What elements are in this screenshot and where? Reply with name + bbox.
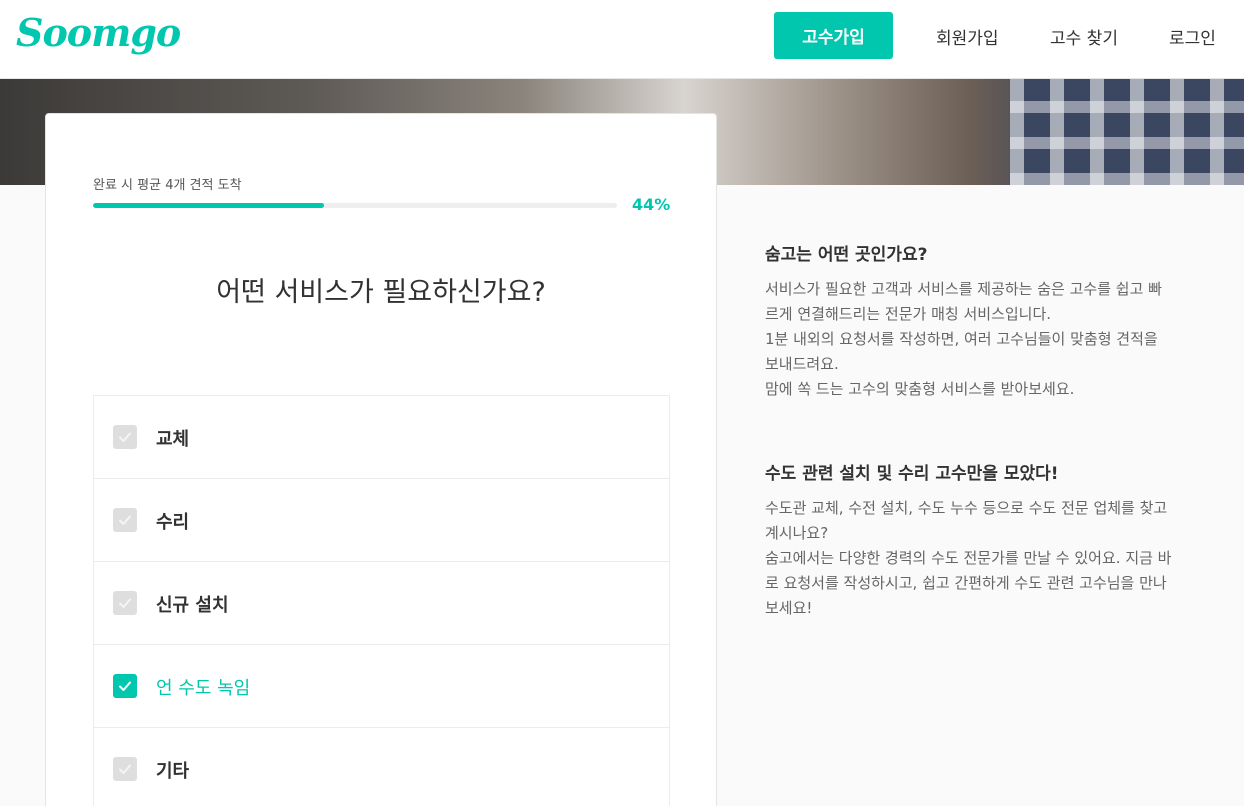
about-line: 맘에 쏙 드는 고수의 맞춤형 서비스를 받아보세요.	[765, 380, 1075, 398]
pro-signup-button[interactable]: 고수가입	[774, 12, 893, 59]
plumbing-title: 수도 관련 설치 및 수리 고수만을 모았다!	[765, 464, 1059, 484]
plumbing-line: 로 요청서를 작성하시고, 쉽고 간편하게 수도 관련 고수님을 만나	[765, 574, 1167, 592]
request-form-card: 완료 시 평균 4개 견적 도착 44% 어떤 서비스가 필요하신가요? 교체수…	[45, 113, 717, 806]
option-label: 교체	[156, 429, 190, 450]
find-pro-link[interactable]: 고수 찾기	[1050, 24, 1118, 49]
login-link[interactable]: 로그인	[1169, 24, 1216, 49]
option-item[interactable]: 기타	[94, 728, 669, 806]
option-label: 신규 설치	[156, 595, 229, 616]
option-label: 기타	[156, 761, 190, 782]
about-line: 1분 내외의 요청서를 작성하면, 여러 고수님들이 맞춤형 견적을	[765, 330, 1158, 348]
about-line: 르게 연결해드리는 전문가 매칭 서비스입니다.	[765, 305, 1052, 323]
option-item[interactable]: 교체	[94, 396, 669, 479]
checkbox[interactable]	[113, 425, 137, 449]
option-label: 수리	[156, 512, 190, 533]
plumbing-text: 수도관 교체, 수전 설치, 수도 누수 등으로 수도 전문 업체를 찾고 계시…	[765, 496, 1215, 621]
header: Soomgo 고수가입 회원가입 고수 찾기 로그인	[0, 0, 1244, 79]
plumbing-line: 보세요!	[765, 599, 813, 617]
progress-bar	[93, 203, 617, 208]
progress-label: 완료 시 평균 4개 견적 도착	[93, 178, 242, 193]
plumbing-section: 수도 관련 설치 및 수리 고수만을 모았다! 수도관 교체, 수전 설치, 수…	[765, 459, 1215, 621]
checkbox[interactable]	[113, 757, 137, 781]
about-line: 보내드려요.	[765, 355, 839, 373]
about-line: 서비스가 필요한 고객과 서비스를 제공하는 숨은 고수를 쉽고 빠	[765, 280, 1162, 298]
check-icon	[119, 764, 131, 774]
progress-fill	[93, 203, 324, 208]
plumbing-line: 숨고에서는 다양한 경력의 수도 전문가를 만날 수 있어요. 지금 바	[765, 549, 1172, 567]
about-text: 서비스가 필요한 고객과 서비스를 제공하는 숨은 고수를 쉽고 빠 르게 연결…	[765, 277, 1215, 402]
option-item[interactable]: 신규 설치	[94, 562, 669, 645]
plumbing-line: 수도관 교체, 수전 설치, 수도 누수 등으로 수도 전문 업체를 찾고	[765, 499, 1168, 517]
plumbing-line: 계시나요?	[765, 524, 829, 542]
question-title: 어떤 서비스가 필요하신가요?	[216, 277, 546, 308]
check-icon	[119, 515, 131, 525]
option-item[interactable]: 수리	[94, 479, 669, 562]
option-label: 언 수도 녹임	[156, 678, 251, 699]
option-item[interactable]: 언 수도 녹임	[94, 645, 669, 728]
checkbox[interactable]	[113, 508, 137, 532]
about-title: 숨고는 어떤 곳인가요?	[765, 245, 928, 265]
check-icon	[119, 432, 131, 442]
check-icon	[119, 681, 131, 691]
check-icon	[119, 598, 131, 608]
checkbox[interactable]	[113, 674, 137, 698]
hero-image	[1010, 79, 1244, 185]
progress-percent: 44%	[632, 195, 671, 214]
option-list: 교체수리신규 설치언 수도 녹임기타	[93, 395, 670, 806]
soomgo-logo[interactable]: Soomgo	[16, 10, 181, 55]
about-section: 숨고는 어떤 곳인가요? 서비스가 필요한 고객과 서비스를 제공하는 숨은 고…	[765, 240, 1215, 402]
signup-link[interactable]: 회원가입	[936, 24, 999, 49]
checkbox[interactable]	[113, 591, 137, 615]
